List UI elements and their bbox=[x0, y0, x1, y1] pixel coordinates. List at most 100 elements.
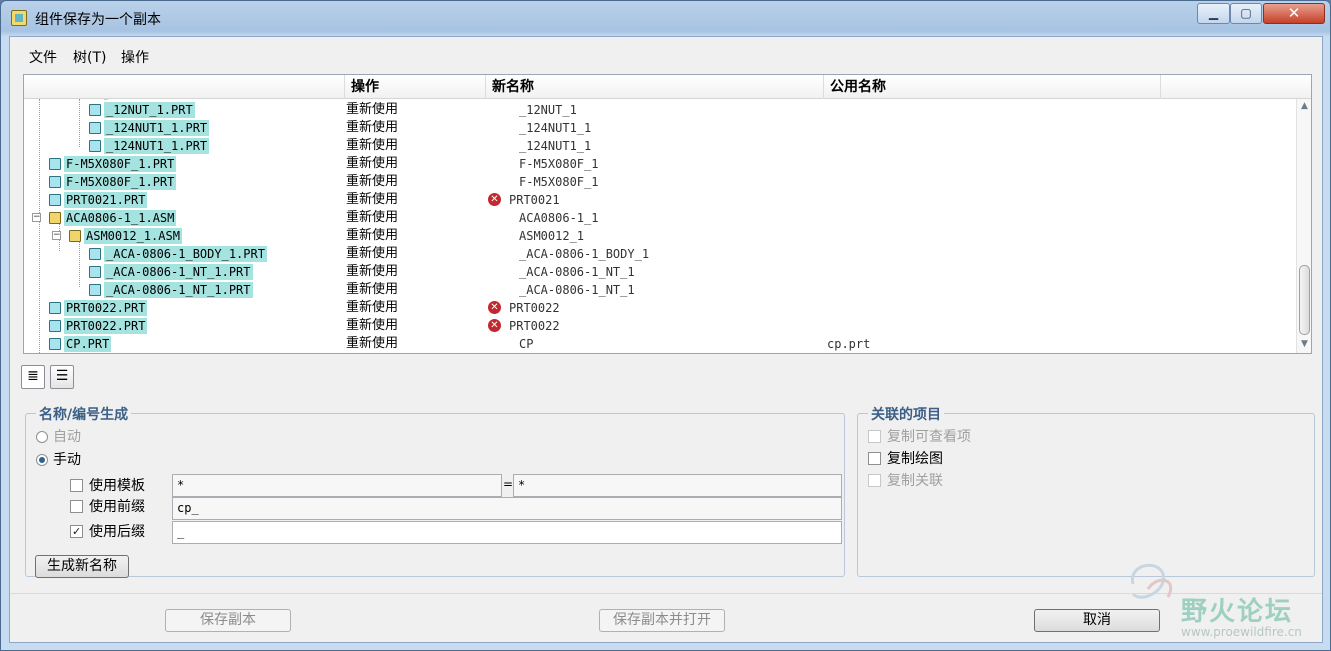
part-icon bbox=[49, 338, 61, 350]
scroll-thumb[interactable] bbox=[1299, 265, 1310, 335]
detail-view-button[interactable]: ≣ bbox=[21, 365, 45, 389]
manual-radio[interactable]: 手动 bbox=[36, 451, 81, 469]
operation-cell[interactable]: 重新使用 bbox=[346, 209, 398, 227]
generate-name-button[interactable]: 生成新名称 bbox=[35, 555, 129, 578]
operation-cell[interactable]: 重新使用 bbox=[346, 119, 398, 137]
table-row[interactable]: CP.PRT 重新使用 CP cp.prt bbox=[24, 335, 1296, 353]
tree-body: _12NUT_1.PRT 重新使用 _12NUT_1 _124NUT1_1.PR… bbox=[24, 99, 1296, 353]
use-template-label: 使用模板 bbox=[89, 478, 145, 494]
part-icon bbox=[89, 140, 101, 152]
operation-cell[interactable]: 重新使用 bbox=[346, 317, 398, 335]
menu-file[interactable]: 文件 bbox=[29, 47, 57, 67]
use-suffix-label: 使用后缀 bbox=[89, 524, 145, 540]
copy-assoc-checkbox[interactable]: 复制关联 bbox=[868, 472, 943, 490]
table-row[interactable]: PRT0022.PRT 重新使用 ✕ PRT0022 bbox=[24, 299, 1296, 317]
menu-tree[interactable]: 树(T) bbox=[73, 47, 106, 67]
collapse-icon[interactable]: − bbox=[32, 213, 41, 222]
table-row[interactable]: _124NUT1_1.PRT 重新使用 _124NUT1_1 bbox=[24, 137, 1296, 155]
assembly-icon bbox=[69, 230, 81, 242]
new-name-cell[interactable]: PRT0022 bbox=[509, 317, 560, 335]
model-name: PRT0021.PRT bbox=[64, 192, 148, 208]
new-name-cell[interactable]: F-M5X080F_1 bbox=[519, 173, 598, 191]
scroll-up-icon[interactable]: ▲ bbox=[1297, 99, 1312, 113]
cancel-button[interactable]: 取消 bbox=[1034, 609, 1160, 632]
use-suffix-checkbox[interactable]: 使用后缀 bbox=[70, 523, 145, 541]
part-icon bbox=[89, 284, 101, 296]
menu-actions[interactable]: 操作 bbox=[121, 47, 149, 67]
new-name-cell[interactable]: CP bbox=[519, 335, 533, 353]
column-common-name[interactable]: 公用名称 bbox=[823, 75, 1160, 99]
save-copy-open-button[interactable]: 保存副本并打开 bbox=[599, 609, 725, 632]
vertical-scrollbar[interactable]: ▲ ▼ bbox=[1296, 99, 1311, 353]
new-name-cell[interactable]: PRT0021 bbox=[509, 191, 560, 209]
table-row[interactable]: _ACA-0806-1_BODY_1.PRT 重新使用 _ACA-0806-1_… bbox=[24, 245, 1296, 263]
minimize-button[interactable]: ▁ bbox=[1197, 3, 1230, 24]
operation-cell[interactable]: 重新使用 bbox=[346, 173, 398, 191]
template-right-field[interactable]: * bbox=[513, 474, 842, 497]
model-tree-table[interactable]: 操作 新名称 公用名称 _12NUT_1.PRT 重新使用 _12NUT_1 _… bbox=[23, 74, 1312, 354]
new-name-cell[interactable]: ACA0806-1_1 bbox=[519, 209, 598, 227]
copy-drawing-checkbox[interactable]: 复制绘图 bbox=[868, 450, 943, 468]
radio-checked-icon bbox=[36, 454, 48, 466]
table-row[interactable]: _ACA-0806-1_NT_1.PRT 重新使用 _ACA-0806-1_NT… bbox=[24, 263, 1296, 281]
new-name-cell[interactable]: _124NUT1_1 bbox=[519, 119, 591, 137]
manual-label: 手动 bbox=[53, 452, 81, 468]
table-row[interactable]: F-M5X080F_1.PRT 重新使用 F-M5X080F_1 bbox=[24, 173, 1296, 191]
operation-cell[interactable]: 重新使用 bbox=[346, 281, 398, 299]
new-name-cell[interactable]: ASM0012_1 bbox=[519, 227, 584, 245]
use-template-checkbox[interactable]: 使用模板 bbox=[70, 477, 145, 495]
column-empty bbox=[1160, 75, 1311, 99]
new-name-cell[interactable]: _12NUT_1 bbox=[519, 101, 577, 119]
prefix-field[interactable]: cp_ bbox=[172, 497, 842, 520]
part-icon bbox=[89, 122, 101, 134]
common-name-cell[interactable]: cp.prt bbox=[827, 335, 870, 353]
new-name-cell[interactable]: _124NUT1_1 bbox=[519, 137, 591, 155]
column-new-name[interactable]: 新名称 bbox=[485, 75, 823, 99]
operation-cell[interactable]: 重新使用 bbox=[346, 299, 398, 317]
model-name: _ACA-0806-1_NT_1.PRT bbox=[104, 282, 253, 298]
table-row[interactable]: _ACA-0806-1_NT_1.PRT 重新使用 _ACA-0806-1_NT… bbox=[24, 281, 1296, 299]
new-name-cell[interactable]: _ACA-0806-1_NT_1 bbox=[519, 263, 635, 281]
suffix-field[interactable]: _ bbox=[172, 521, 842, 544]
table-row[interactable]: − ASM0012_1.ASM 重新使用 ASM0012_1 bbox=[24, 227, 1296, 245]
table-row[interactable]: F-M5X080F_1.PRT 重新使用 F-M5X080F_1 bbox=[24, 155, 1296, 173]
column-operation[interactable]: 操作 bbox=[344, 75, 485, 99]
table-row[interactable]: PRT0022.PRT 重新使用 ✕ PRT0022 bbox=[24, 317, 1296, 335]
column-model[interactable] bbox=[24, 75, 344, 99]
new-name-cell[interactable]: _ACA-0806-1_NT_1 bbox=[519, 281, 635, 299]
table-row[interactable]: _124NUT1_1.PRT 重新使用 _124NUT1_1 bbox=[24, 119, 1296, 137]
operation-cell[interactable]: 重新使用 bbox=[346, 245, 398, 263]
new-name-cell[interactable]: F-M5X080F_1 bbox=[519, 155, 598, 173]
operation-cell[interactable]: 重新使用 bbox=[346, 101, 398, 119]
auto-radio[interactable]: 自动 bbox=[36, 428, 81, 446]
template-left-field[interactable]: * bbox=[172, 474, 502, 497]
copy-view-checkbox[interactable]: 复制可查看项 bbox=[868, 428, 971, 446]
use-prefix-checkbox[interactable]: 使用前缀 bbox=[70, 498, 145, 516]
operation-cell[interactable]: 重新使用 bbox=[346, 155, 398, 173]
table-row[interactable]: PRT0021.PRT 重新使用 ✕ PRT0021 bbox=[24, 191, 1296, 209]
collapse-icon[interactable]: − bbox=[52, 231, 61, 240]
new-name-cell[interactable]: PRT0022 bbox=[509, 299, 560, 317]
save-copy-button[interactable]: 保存副本 bbox=[165, 609, 291, 632]
operation-cell[interactable]: 重新使用 bbox=[346, 227, 398, 245]
maximize-button[interactable]: ▢ bbox=[1230, 3, 1262, 24]
operation-cell[interactable]: 重新使用 bbox=[346, 335, 398, 353]
close-button[interactable]: ✕ bbox=[1263, 3, 1325, 24]
operation-cell[interactable]: 重新使用 bbox=[346, 191, 398, 209]
table-row[interactable]: _12NUT_1.PRT 重新使用 _12NUT_1 bbox=[24, 101, 1296, 119]
model-name: PRT0022.PRT bbox=[64, 318, 148, 334]
new-name-cell[interactable]: _ACA-0806-1_BODY_1 bbox=[519, 245, 649, 263]
table-row[interactable]: − ACA0806-1_1.ASM 重新使用 ACA0806-1_1 bbox=[24, 209, 1296, 227]
checkbox-icon bbox=[70, 479, 83, 492]
part-icon bbox=[89, 104, 101, 116]
related-group-title: 关联的项目 bbox=[868, 404, 944, 424]
operation-cell[interactable]: 重新使用 bbox=[346, 263, 398, 281]
naming-group: 名称/编号生成 自动 手动 使用模板 * = * 使用前缀 cp_ 使用后缀 _… bbox=[25, 404, 845, 578]
part-icon bbox=[49, 176, 61, 188]
model-name: _124NUT1_1.PRT bbox=[104, 120, 210, 136]
scroll-down-icon[interactable]: ▼ bbox=[1297, 337, 1312, 351]
model-name: ACA0806-1_1.ASM bbox=[64, 210, 177, 226]
part-icon bbox=[49, 320, 61, 332]
list-view-button[interactable]: ☰ bbox=[50, 365, 74, 389]
operation-cell[interactable]: 重新使用 bbox=[346, 137, 398, 155]
